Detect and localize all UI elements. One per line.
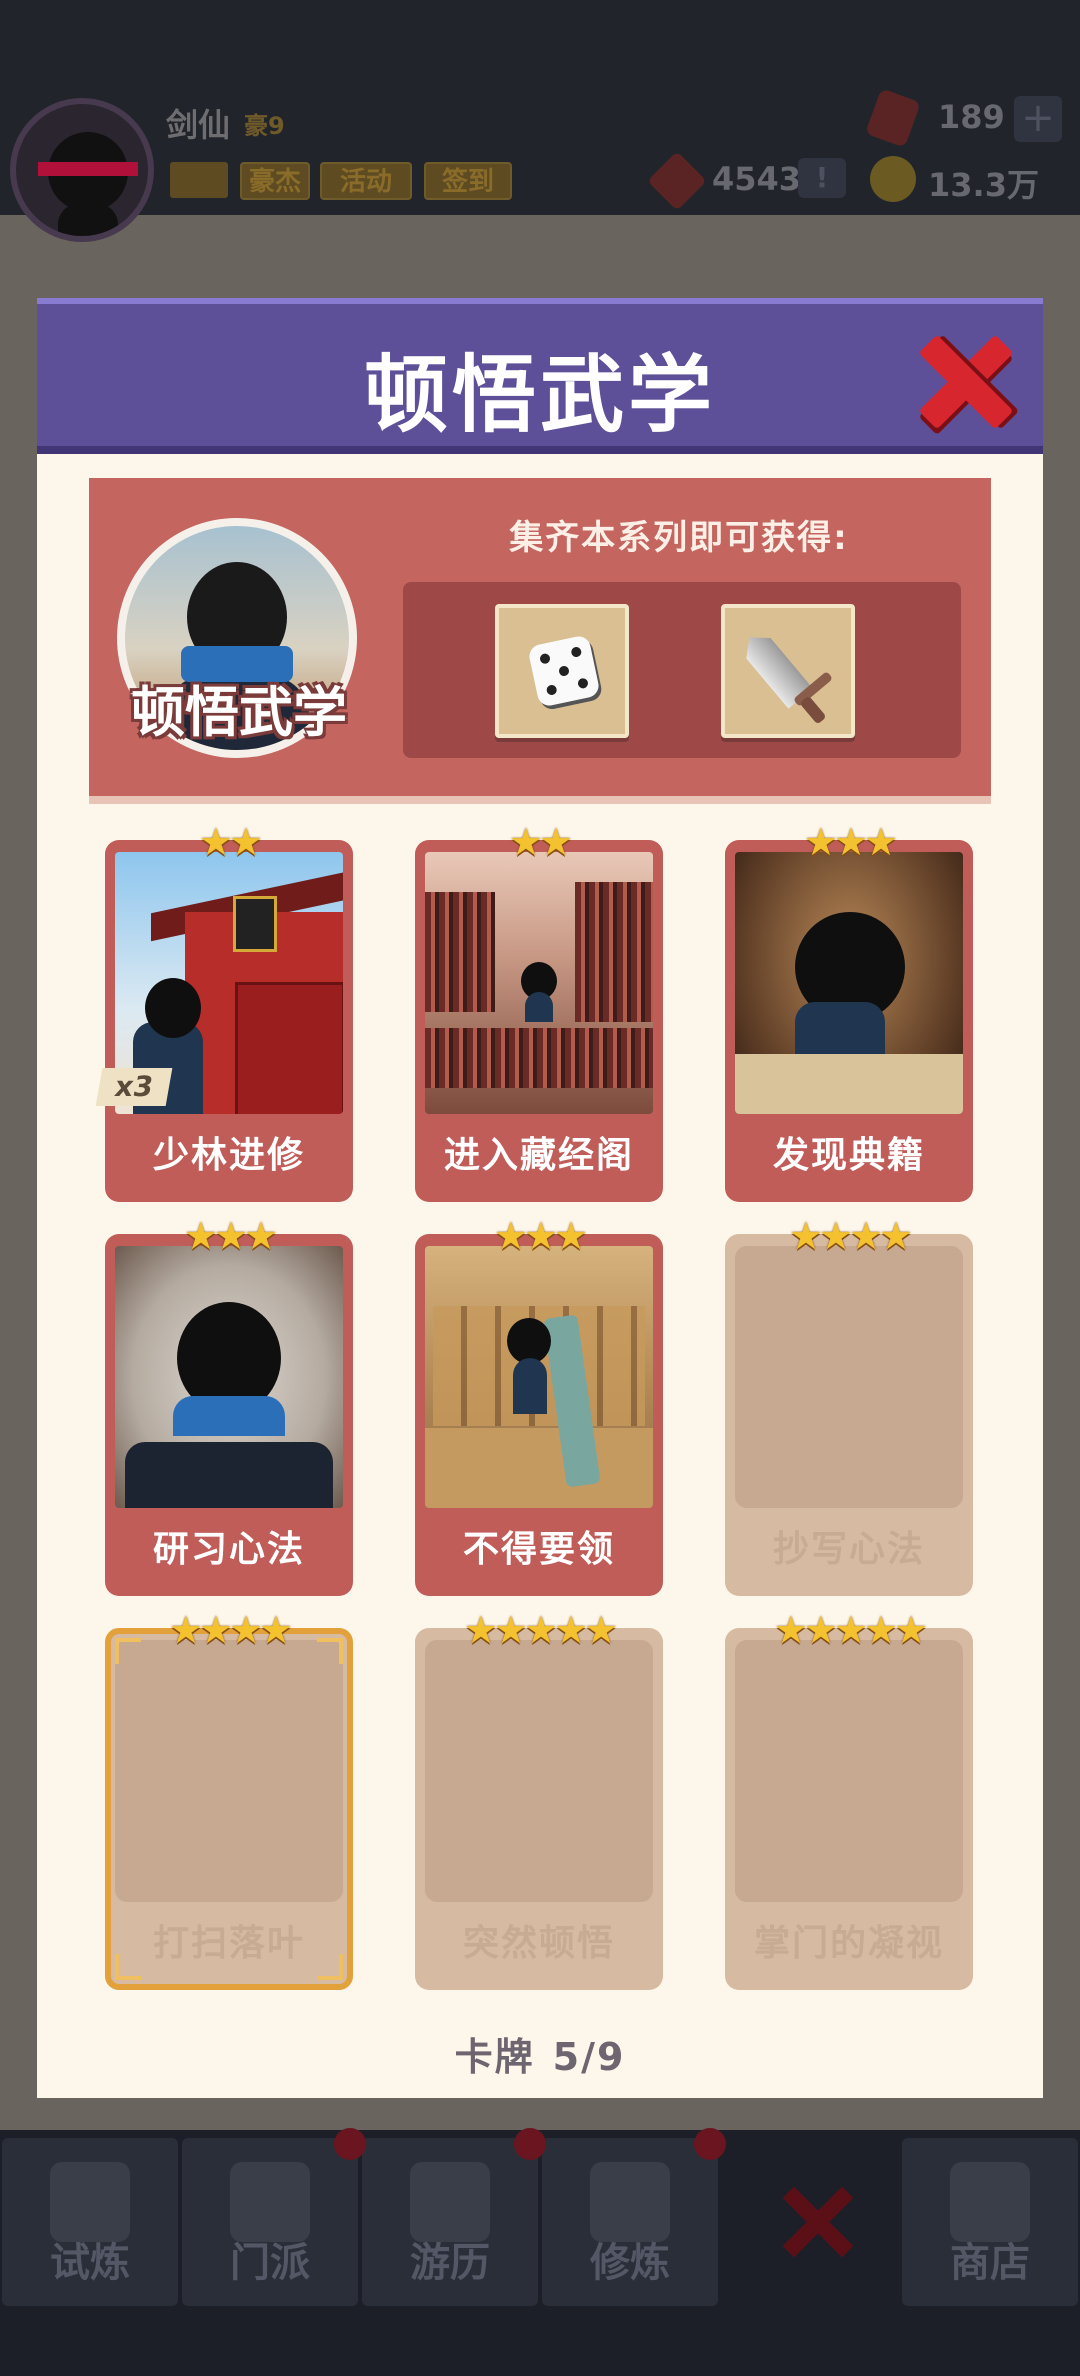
card-shaolin-training[interactable]: x3 ★★ 少林进修 [95, 822, 353, 1202]
close-button[interactable] [917, 332, 1013, 428]
card-name: 不得要领 [462, 1529, 615, 1570]
card-counter-value: 5/9 [552, 2035, 626, 2079]
star-rating: ★★★ [493, 1214, 588, 1258]
card-art-placeholder [735, 1246, 963, 1508]
star-rating: ★★★★★ [463, 1608, 618, 1652]
coin-icon [870, 156, 916, 202]
card-enter-library[interactable]: ★★ 进入藏经阁 [415, 822, 663, 1202]
reward-caption: 集齐本系列即可获得: [509, 518, 849, 558]
nav-travel[interactable]: 游历 [362, 2138, 538, 2306]
coin-count: 13.3万 [928, 166, 1039, 204]
card-discover-classic[interactable]: ★★★ 发现典籍 [725, 822, 973, 1202]
card-counter: 卡牌 5/9 [37, 2026, 1043, 2081]
checkin-button[interactable]: 签到 [424, 162, 512, 200]
card-no-clue[interactable]: ★★★ 不得要领 [415, 1216, 663, 1596]
dice-icon [527, 634, 601, 708]
gem-count: 189 [938, 98, 1005, 136]
series-panel: 顿悟武学 集齐本系列即可获得: [89, 478, 991, 804]
card-sweep-leaves[interactable]: ★★★★ 打扫落叶 [105, 1610, 353, 1990]
star-rating: ★★★★★ [773, 1608, 928, 1652]
star-rating: ★★★★ [788, 1214, 913, 1258]
nav-sect[interactable]: 门派 [182, 2138, 358, 2306]
card-art-placeholder [425, 1640, 653, 1902]
card-name: 打扫落叶 [152, 1923, 305, 1964]
star-rating: ★★★ [803, 820, 898, 864]
player-avatar[interactable] [10, 98, 154, 242]
nav-trial[interactable]: 试炼 [2, 2138, 178, 2306]
card-name: 进入藏经阁 [443, 1135, 634, 1176]
card-art [425, 1246, 653, 1508]
card-art [425, 852, 653, 1114]
card-name: 研习心法 [152, 1529, 305, 1570]
player-name: 剑仙 [166, 106, 231, 144]
card-art-placeholder [115, 1640, 343, 1902]
modal-title: 顿悟武学 [363, 346, 716, 444]
reward-box [403, 582, 961, 758]
card-copy-method[interactable]: ★★★★ 抄写心法 [725, 1216, 973, 1596]
events-button[interactable]: 活动 [320, 162, 412, 200]
vip-badge: 豪9 [244, 112, 285, 140]
card-name: 少林进修 [152, 1135, 305, 1176]
notification-dot [334, 2128, 366, 2160]
nav-cultivate[interactable]: 修炼 [542, 2138, 718, 2306]
card-name: 突然顿悟 [462, 1923, 615, 1964]
notification-dot [514, 2128, 546, 2160]
card-counter-label: 卡牌 [454, 2035, 535, 2079]
modal-header: 顿悟武学 [37, 298, 1043, 454]
collection-modal: 顿悟武学 顿悟武学 集齐本系列即可获得: x3 ★★ 少林进修 ★★ 进入藏经阁… [37, 298, 1043, 2098]
close-icon [782, 2186, 852, 2256]
card-art-placeholder [735, 1640, 963, 1902]
reward-dice[interactable] [495, 604, 629, 738]
notification-dot [694, 2128, 726, 2160]
card-art [735, 852, 963, 1114]
nav-shop[interactable]: 商店 [902, 2138, 1078, 2306]
star-rating: ★★ [508, 820, 573, 864]
alert-icon[interactable]: ! [798, 158, 846, 198]
reward-sword[interactable] [721, 604, 855, 738]
star-rating: ★★★★ [168, 1608, 293, 1652]
star-rating: ★★ [198, 820, 263, 864]
star-rating: ★★★ [183, 1214, 278, 1258]
mail-icon[interactable] [170, 162, 228, 198]
card-art [115, 1246, 343, 1508]
card-name: 发现典籍 [772, 1135, 925, 1176]
add-gems-button[interactable]: + [1014, 96, 1062, 142]
card-study-method[interactable]: ★★★ 研习心法 [105, 1216, 353, 1596]
card-count-badge: x3 [95, 1068, 173, 1106]
card-name: 抄写心法 [772, 1529, 925, 1570]
series-name: 顿悟武学 [131, 681, 347, 744]
card-master-gaze[interactable]: ★★★★★ 掌门的凝视 [725, 1610, 973, 1990]
token-count: 4543 [712, 160, 802, 198]
nav-close-button[interactable] [724, 2138, 904, 2306]
heroes-button[interactable]: 豪杰 [240, 162, 310, 200]
card-sudden-enlightenment[interactable]: ★★★★★ 突然顿悟 [415, 1610, 663, 1990]
card-name: 掌门的凝视 [753, 1923, 944, 1964]
